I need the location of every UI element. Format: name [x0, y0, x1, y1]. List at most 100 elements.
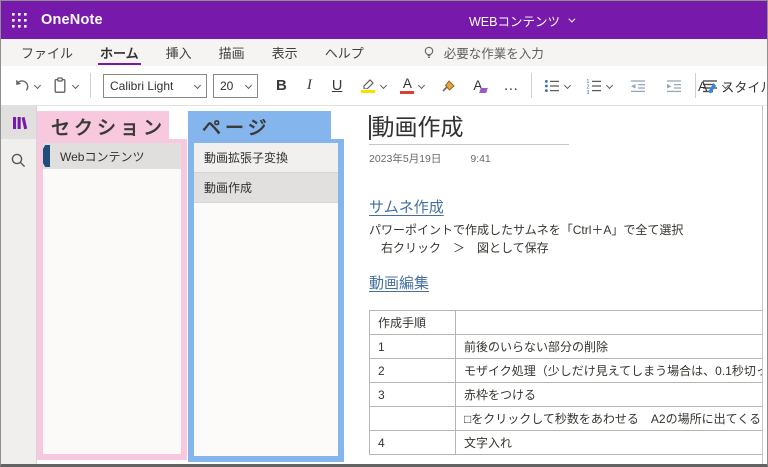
clipboard-icon — [52, 77, 68, 94]
tell-me-button[interactable]: 必要な作業を入力 — [422, 43, 544, 62]
table-row: 作成手順 — [370, 311, 764, 335]
table-cell-step[interactable]: 作成手順 — [370, 311, 456, 335]
decrease-indent-icon — [630, 78, 646, 94]
note-canvas[interactable]: 動画作成 2023年5月19日 9:41 サムネ作成パワーポイントで作成したサム… — [346, 106, 763, 467]
format-painter-icon — [440, 78, 457, 94]
notebooks-button[interactable] — [1, 106, 36, 139]
table-row: 3赤枠をつける — [370, 383, 764, 407]
sections-header-label: セクション — [51, 113, 166, 140]
chevron-down-icon — [380, 82, 387, 89]
table-cell-step[interactable]: 4 — [370, 431, 456, 455]
chevron-down-icon — [72, 82, 79, 89]
bold-label: B — [276, 77, 287, 94]
menu-item[interactable]: ヘルプ — [315, 39, 374, 66]
numbered-list-button[interactable]: 1 2 3 — [582, 71, 616, 101]
styles-button[interactable]: A スタイル — [698, 66, 767, 106]
sections-panel: セクション Webコンテンツ — [37, 106, 187, 467]
chevron-down-icon — [418, 82, 425, 89]
app-launcher-button[interactable] — [1, 1, 37, 39]
table-row: 1前後のいらない部分の削除 — [370, 335, 764, 359]
page-title: 動画作成 — [372, 114, 464, 141]
font-color-bar — [400, 91, 414, 94]
note-text-line: 右クリック ＞ 図として保存 — [369, 243, 762, 253]
ellipsis-icon: … — [503, 77, 519, 94]
highlighter-icon — [360, 78, 376, 89]
page-time: 9:41 — [470, 153, 490, 165]
notebook-switcher[interactable]: WEBコンテンツ — [469, 1, 573, 39]
section-item[interactable]: Webコンテンツ — [43, 143, 181, 169]
styles-label: スタイル — [721, 77, 767, 96]
table-cell-desc[interactable]: 前後のいらない部分の削除 — [456, 335, 764, 359]
pages-header: ページ — [188, 111, 331, 141]
italic-button[interactable]: I — [303, 71, 316, 101]
menu-item[interactable]: ファイル — [11, 39, 83, 66]
highlight-color-bar — [361, 90, 375, 93]
lightbulb-icon — [422, 45, 436, 60]
bold-button[interactable]: B — [272, 71, 291, 101]
pages-header-label: ページ — [202, 113, 271, 140]
menu-item[interactable]: 表示 — [262, 39, 308, 66]
table-cell-desc[interactable]: 文字入れ — [456, 431, 764, 455]
font-name-select[interactable]: Calibri Light — [103, 74, 207, 98]
app-title: OneNote — [41, 12, 103, 28]
table-cell-desc[interactable]: □をクリックして秒数をあわせる A2の場所に出てくる — [456, 407, 764, 431]
table-cell-step[interactable]: 3 — [370, 383, 456, 407]
styles-icon: A — [698, 78, 716, 94]
underline-label: U — [332, 78, 342, 94]
font-size-select[interactable]: 20 — [213, 74, 258, 98]
table-cell-step[interactable]: 2 — [370, 359, 456, 383]
increase-indent-button[interactable] — [662, 71, 686, 101]
waffle-icon — [12, 13, 27, 28]
paste-button[interactable] — [48, 71, 82, 101]
decrease-indent-button[interactable] — [626, 71, 650, 101]
highlighter-button[interactable] — [356, 71, 390, 101]
page-date: 2023年5月19日 — [369, 153, 441, 165]
undo-button[interactable] — [9, 71, 44, 101]
chevron-down-icon — [245, 82, 252, 89]
body-area: セクション Webコンテンツ ページ 動画拡張子変換動画作成 動画作成 2023… — [1, 106, 767, 467]
menu-item[interactable]: 描画 — [209, 39, 255, 66]
table-cell-step[interactable] — [370, 407, 456, 431]
table-cell-step[interactable]: 1 — [370, 335, 456, 359]
bulleted-list-icon — [544, 78, 560, 94]
bulleted-list-button[interactable] — [540, 71, 574, 101]
note-body: サムネ作成パワーポイントで作成したサムネを「Ctrl＋A」で全て選択 右クリック… — [369, 196, 762, 293]
chevron-down-icon — [194, 82, 201, 89]
section-color-marker — [43, 145, 50, 167]
ribbon-toolbar: Calibri Light 20 B I U A — [1, 66, 767, 106]
format-painter-button[interactable] — [436, 71, 461, 101]
chevron-down-icon — [568, 15, 575, 22]
pages-list: 動画拡張子変換動画作成 — [188, 139, 344, 462]
page-title-block[interactable]: 動画作成 — [369, 114, 569, 145]
svg-text:3: 3 — [587, 90, 590, 94]
section-item-label: Webコンテンツ — [60, 148, 144, 165]
clear-formatting-icon: A — [473, 78, 487, 93]
menu-item[interactable]: 挿入 — [156, 39, 202, 66]
search-button[interactable] — [1, 144, 36, 177]
note-table-body: 作成手順1前後のいらない部分の削除2モザイク処理（少しだけ見えてしまう場合は、0… — [370, 311, 764, 455]
left-rail — [1, 106, 37, 467]
note-heading-link: 動画編集 — [369, 272, 429, 293]
page-item[interactable]: 動画拡張子変換 — [194, 143, 338, 173]
chevron-down-icon — [34, 82, 41, 89]
more-options-button[interactable]: … — [499, 71, 523, 101]
table-cell-desc[interactable]: 赤枠をつける — [456, 383, 764, 407]
page-item[interactable]: 動画作成 — [194, 173, 338, 203]
note-text-line: パワーポイントで作成したサムネを「Ctrl＋A」で全て選択 — [369, 225, 762, 235]
menu-item[interactable]: ホーム — [90, 39, 149, 66]
onenote-window: OneNote WEBコンテンツ ファイルホーム挿入描画表示ヘルプ 必要な作業を… — [0, 0, 768, 467]
tell-me-label: 必要な作業を入力 — [444, 43, 544, 62]
table-row: □をクリックして秒数をあわせる A2の場所に出てくる — [370, 407, 764, 431]
table-cell-desc[interactable] — [456, 311, 764, 335]
underline-button[interactable]: U — [328, 71, 346, 101]
font-size-value: 20 — [220, 79, 233, 93]
titlebar: OneNote WEBコンテンツ — [1, 1, 767, 39]
table-cell-desc[interactable]: モザイク処理（少しだけ見えてしまう場合は、0.1秒切って削 — [456, 359, 764, 383]
clear-formatting-button[interactable]: A — [469, 71, 491, 101]
toolbar-divider — [90, 73, 91, 98]
page-date-row: 2023年5月19日 9:41 — [369, 151, 762, 164]
search-icon — [10, 152, 27, 169]
chevron-down-icon — [564, 82, 571, 89]
increase-indent-icon — [666, 78, 682, 94]
font-color-button[interactable]: A — [396, 71, 428, 101]
